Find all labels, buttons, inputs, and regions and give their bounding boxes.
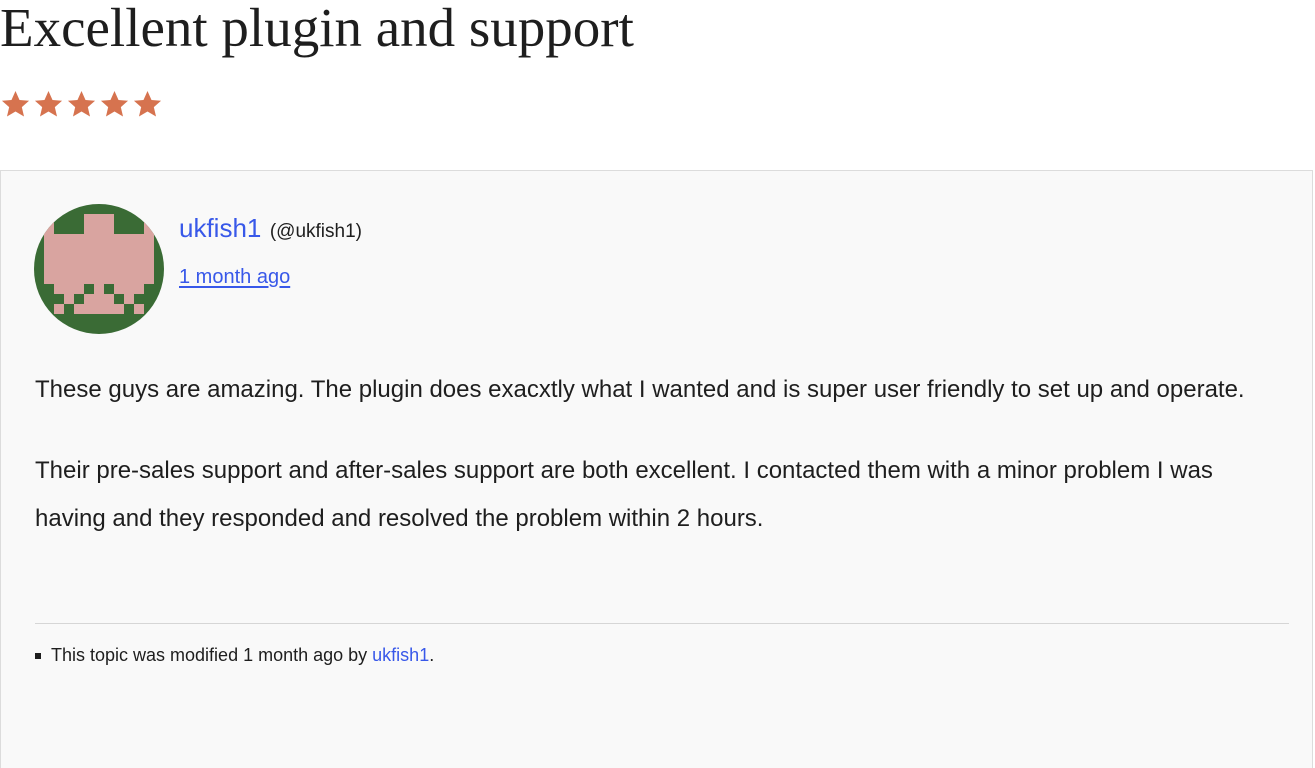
- rating-stars: [0, 89, 163, 120]
- author-name-link[interactable]: ukfish1: [179, 213, 261, 243]
- star-icon: [33, 89, 64, 120]
- modification-note: This topic was modified 1 month ago by u…: [35, 645, 434, 666]
- review-content: These guys are amazing. The plugin does …: [35, 366, 1285, 576]
- modification-suffix: .: [429, 645, 435, 665]
- avatar-identicon: [34, 204, 164, 334]
- star-icon: [66, 89, 97, 120]
- modifier-user-link[interactable]: ukfish1: [372, 645, 429, 666]
- author-line: ukfish1 (@ukfish1): [179, 213, 362, 244]
- review-title: Excellent plugin and support: [0, 0, 634, 58]
- star-icon: [99, 89, 130, 120]
- star-icon: [132, 89, 163, 120]
- review-paragraph: These guys are amazing. The plugin does …: [35, 376, 1245, 403]
- post-date-link[interactable]: 1 month ago: [179, 266, 290, 289]
- author-handle: (@ukfish1): [269, 221, 362, 242]
- star-icon: [0, 89, 31, 120]
- bullet-icon: [35, 652, 41, 659]
- avatar[interactable]: [34, 204, 164, 334]
- review-card: ukfish1 (@ukfish1) 1 month ago These guy…: [0, 170, 1313, 768]
- divider: [35, 623, 1289, 624]
- modification-prefix: This topic was modified 1 month ago by: [51, 645, 373, 665]
- review-paragraph: Their pre-sales support and after-sales …: [35, 457, 1213, 532]
